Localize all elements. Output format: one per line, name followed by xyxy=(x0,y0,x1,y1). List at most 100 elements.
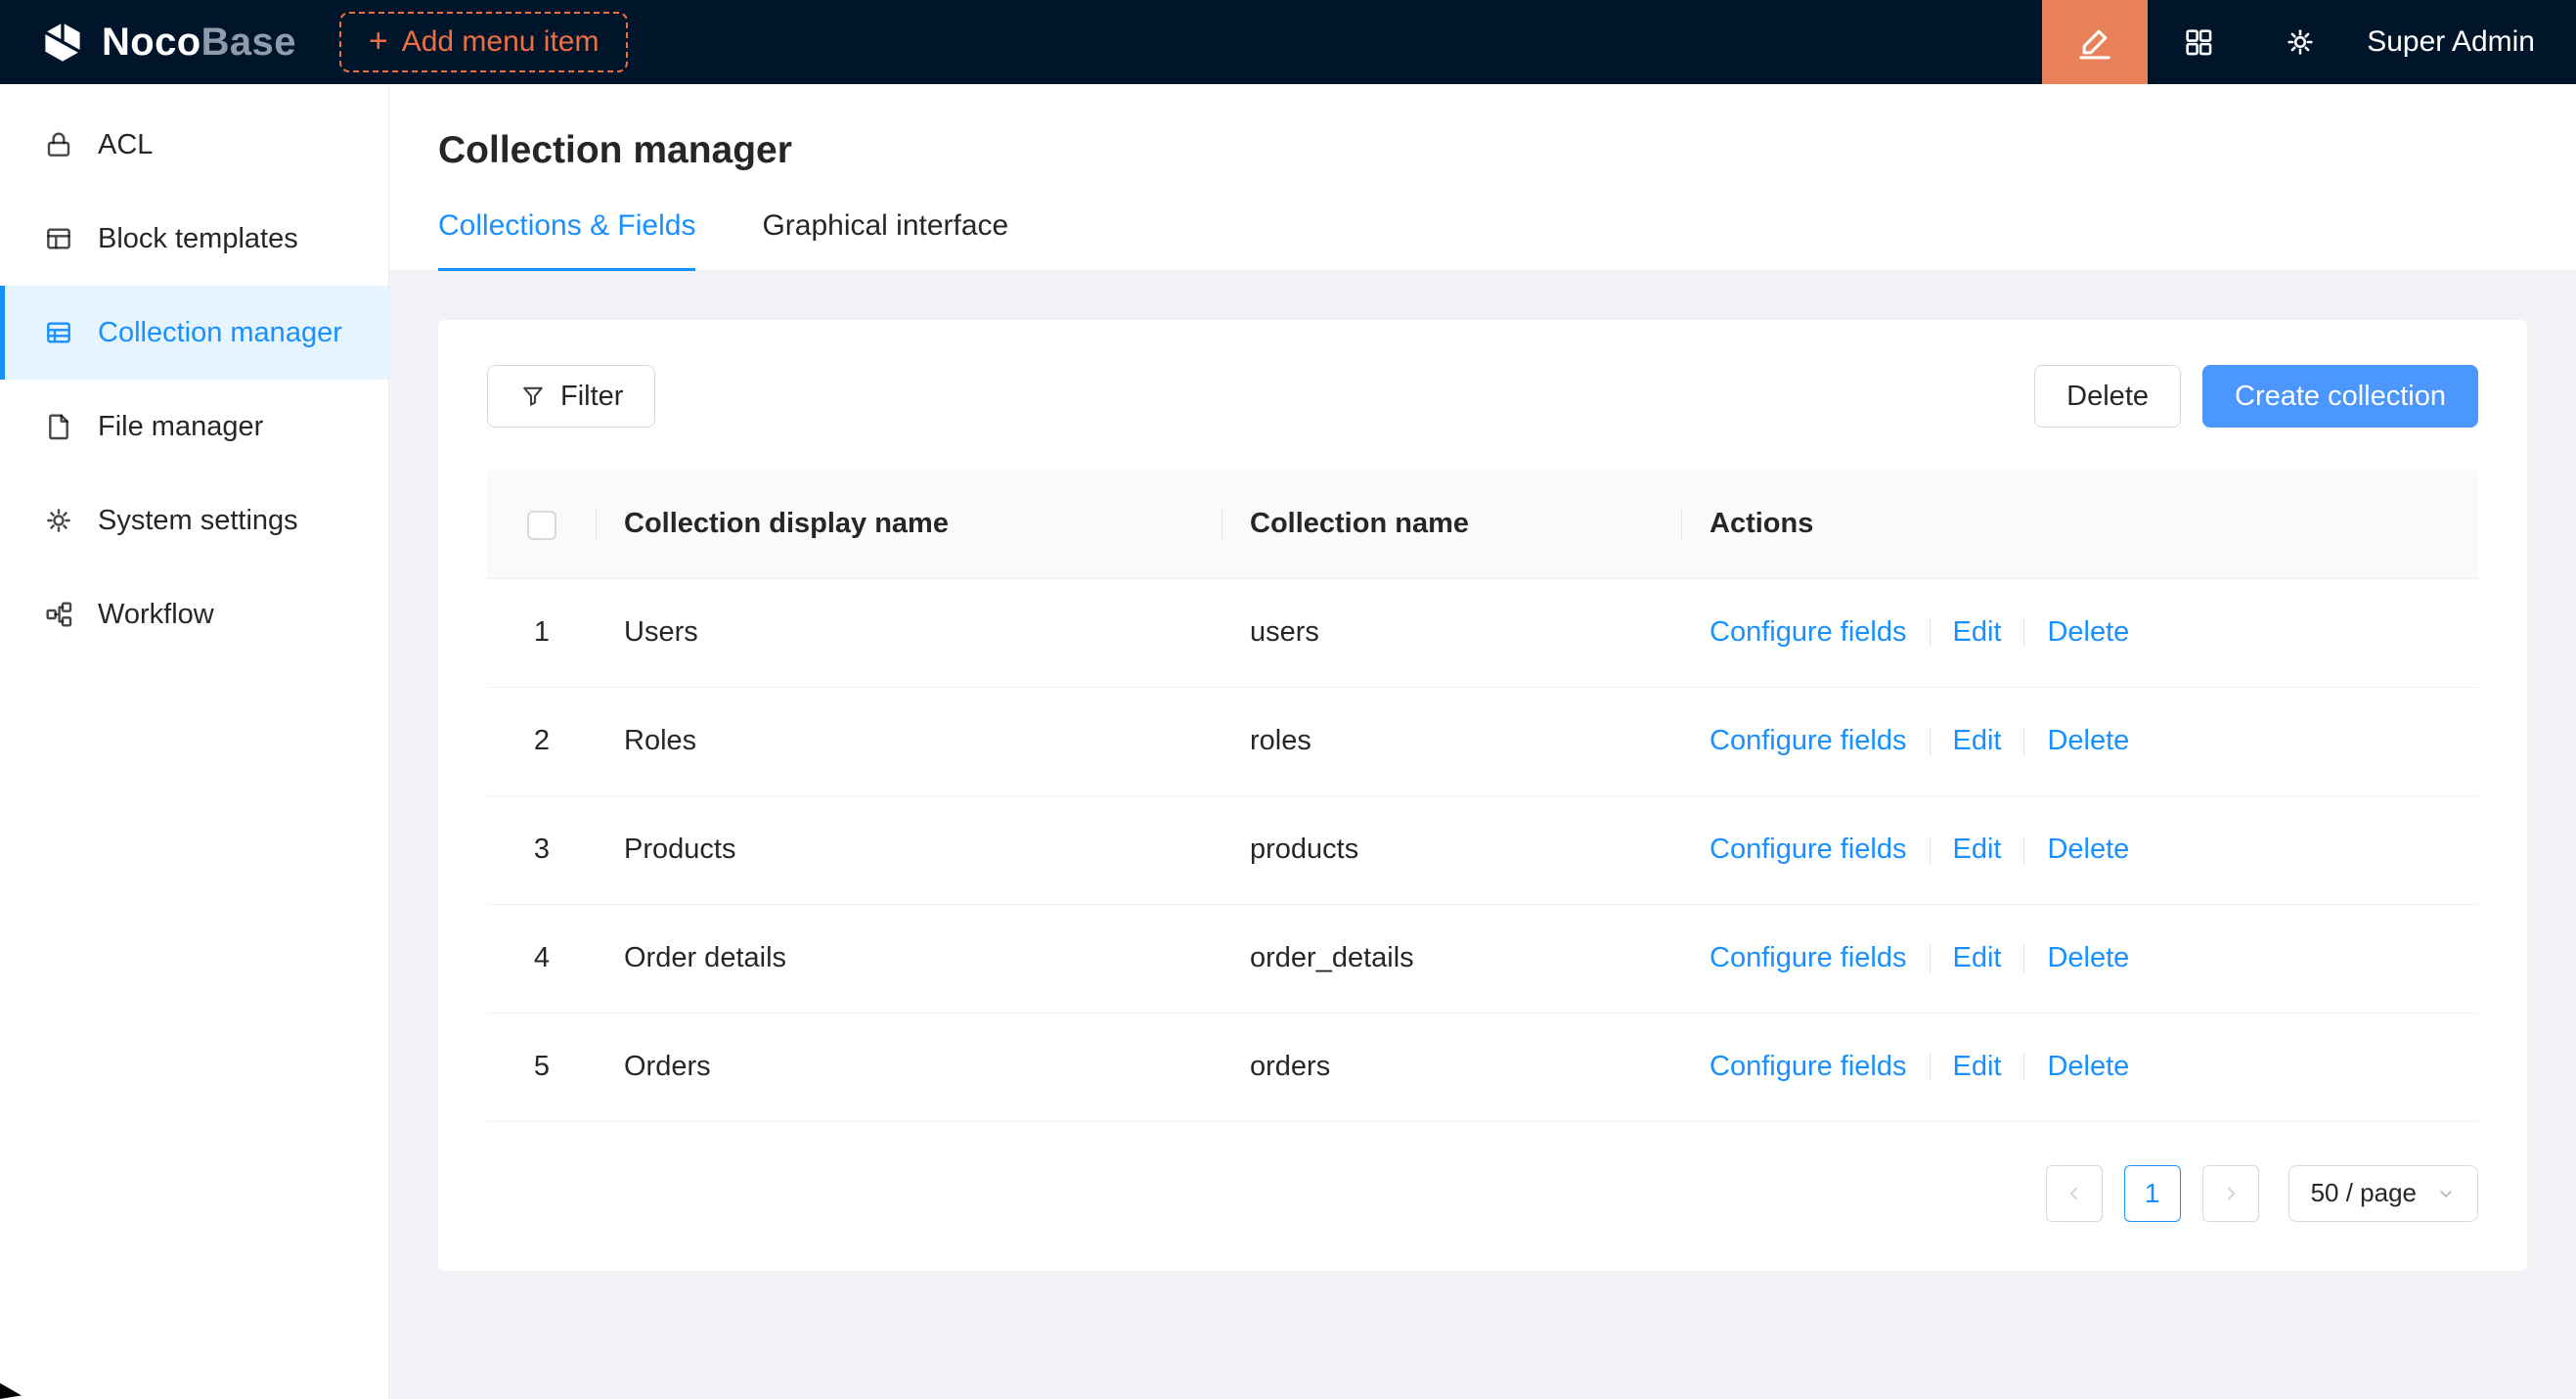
chevron-left-icon xyxy=(2064,1183,2085,1204)
add-menu-item-button[interactable]: + Add menu item xyxy=(339,12,629,72)
delete-link[interactable]: Delete xyxy=(2047,725,2129,756)
filter-button[interactable]: Filter xyxy=(487,365,655,428)
sidebar-item-label: ACL xyxy=(98,129,153,161)
action-divider xyxy=(1930,836,1931,864)
topbar: NocoBase + Add menu item Super Admin xyxy=(0,0,2576,84)
collections-card: Filter Delete Create collection xyxy=(438,320,2527,1271)
highlighter-icon xyxy=(2075,23,2114,62)
tab-graphical-interface[interactable]: Graphical interface xyxy=(762,209,1008,270)
content-area: Filter Delete Create collection xyxy=(389,271,2576,1399)
column-header-collection-display-name: Collection display name xyxy=(597,471,1222,578)
cell-collection-name: orders xyxy=(1222,1013,1682,1121)
brand-logo[interactable]: NocoBase xyxy=(39,19,296,66)
edit-link[interactable]: Edit xyxy=(1953,1051,2002,1082)
pagination-next-button[interactable] xyxy=(2202,1165,2259,1222)
action-divider xyxy=(2023,619,2024,647)
delete-link[interactable]: Delete xyxy=(2047,942,2129,973)
sidebar-item-system-settings[interactable]: System settings xyxy=(0,474,388,567)
layout-icon xyxy=(43,223,74,254)
sidebar-item-label: Collection manager xyxy=(98,317,342,349)
select-all-checkbox[interactable] xyxy=(527,511,556,540)
sidebar-item-collection-manager[interactable]: Collection manager xyxy=(0,286,388,380)
sidebar-item-label: File manager xyxy=(98,411,263,443)
row-index: 3 xyxy=(534,834,550,865)
bulk-delete-button[interactable]: Delete xyxy=(2034,365,2181,428)
sidebar-item-label: System settings xyxy=(98,505,298,537)
table-toolbar: Filter Delete Create collection xyxy=(487,365,2478,428)
edit-link[interactable]: Edit xyxy=(1953,616,2002,648)
delete-link[interactable]: Delete xyxy=(2047,616,2129,648)
cell-collection-display-name: Orders xyxy=(597,1013,1222,1121)
funnel-icon xyxy=(519,383,547,410)
delete-link[interactable]: Delete xyxy=(2047,1051,2129,1082)
sidebar-item-acl[interactable]: ACL xyxy=(0,98,388,192)
action-divider xyxy=(2023,728,2024,755)
action-divider xyxy=(2023,1054,2024,1081)
cell-collection-display-name: Users xyxy=(597,578,1222,687)
main-area: Collection manager Collections & Fields … xyxy=(389,84,2576,1399)
action-divider xyxy=(2023,945,2024,972)
cell-collection-display-name: Roles xyxy=(597,687,1222,795)
edit-link[interactable]: Edit xyxy=(1953,834,2002,865)
edit-link[interactable]: Edit xyxy=(1953,942,2002,973)
collections-table: Collection display name Collection name … xyxy=(487,471,2478,1122)
table-icon xyxy=(43,317,74,348)
column-header-collection-name: Collection name xyxy=(1222,471,1682,578)
table-row: 4 Order details order_details Configure … xyxy=(487,904,2478,1013)
configure-fields-link[interactable]: Configure fields xyxy=(1710,834,1907,865)
row-index: 2 xyxy=(534,725,550,756)
create-collection-button[interactable]: Create collection xyxy=(2202,365,2478,428)
table-header-row: Collection display name Collection name … xyxy=(487,471,2478,578)
edit-link[interactable]: Edit xyxy=(1953,725,2002,756)
pagination: 1 50 / page xyxy=(487,1165,2478,1222)
column-header-actions: Actions xyxy=(1682,471,2478,578)
nocobase-cube-icon xyxy=(39,19,86,66)
pagination-prev-button[interactable] xyxy=(2046,1165,2103,1222)
cell-actions: Configure fields Edit Delete xyxy=(1682,687,2478,795)
collections-table-wrap: Collection display name Collection name … xyxy=(487,471,2478,1122)
user-menu[interactable]: Super Admin xyxy=(2367,25,2535,59)
cell-actions: Configure fields Edit Delete xyxy=(1682,1013,2478,1121)
gear-icon xyxy=(43,505,74,536)
page-header: Collection manager Collections & Fields … xyxy=(389,84,2576,271)
configure-fields-link[interactable]: Configure fields xyxy=(1710,616,1907,648)
sidebar-item-workflow[interactable]: Workflow xyxy=(0,567,388,661)
sidebar-item-label: Workflow xyxy=(98,599,214,631)
table-row: 3 Products products Configure fields Edit… xyxy=(487,795,2478,904)
action-divider xyxy=(2023,836,2024,864)
cell-collection-name: products xyxy=(1222,795,1682,904)
cell-collection-name: users xyxy=(1222,578,1682,687)
settings-sidebar: ACL Block templates Collection manager F… xyxy=(0,84,389,1399)
page-title: Collection manager xyxy=(438,129,2527,172)
row-index: 5 xyxy=(534,1051,550,1082)
settings-button[interactable] xyxy=(2249,0,2351,84)
cell-collection-name: order_details xyxy=(1222,904,1682,1013)
tab-bar: Collections & Fields Graphical interface xyxy=(438,209,2527,270)
action-divider xyxy=(1930,619,1931,647)
page-size-value: 50 / page xyxy=(2311,1178,2417,1208)
sidebar-item-block-templates[interactable]: Block templates xyxy=(0,192,388,286)
page-size-select[interactable]: 50 / page xyxy=(2288,1165,2478,1222)
configure-fields-link[interactable]: Configure fields xyxy=(1710,942,1907,973)
action-divider xyxy=(1930,728,1931,755)
grid-icon xyxy=(2182,25,2215,59)
plugins-button[interactable] xyxy=(2148,0,2249,84)
sidebar-item-file-manager[interactable]: File manager xyxy=(0,380,388,474)
ui-editor-button[interactable] xyxy=(2042,0,2148,84)
row-index: 4 xyxy=(534,942,550,973)
plus-icon: + xyxy=(369,24,388,58)
lock-icon xyxy=(43,129,74,160)
brand-name: NocoBase xyxy=(102,21,296,65)
configure-fields-link[interactable]: Configure fields xyxy=(1710,1051,1907,1082)
cell-collection-display-name: Products xyxy=(597,795,1222,904)
configure-fields-link[interactable]: Configure fields xyxy=(1710,725,1907,756)
cell-actions: Configure fields Edit Delete xyxy=(1682,578,2478,687)
tab-collections-and-fields[interactable]: Collections & Fields xyxy=(438,209,695,270)
delete-link[interactable]: Delete xyxy=(2047,834,2129,865)
chevron-down-icon xyxy=(2436,1184,2456,1203)
partition-icon xyxy=(43,599,74,630)
file-icon xyxy=(43,411,74,442)
action-divider xyxy=(1930,1054,1931,1081)
pagination-page-1-button[interactable]: 1 xyxy=(2124,1165,2181,1222)
row-index: 1 xyxy=(534,616,550,648)
